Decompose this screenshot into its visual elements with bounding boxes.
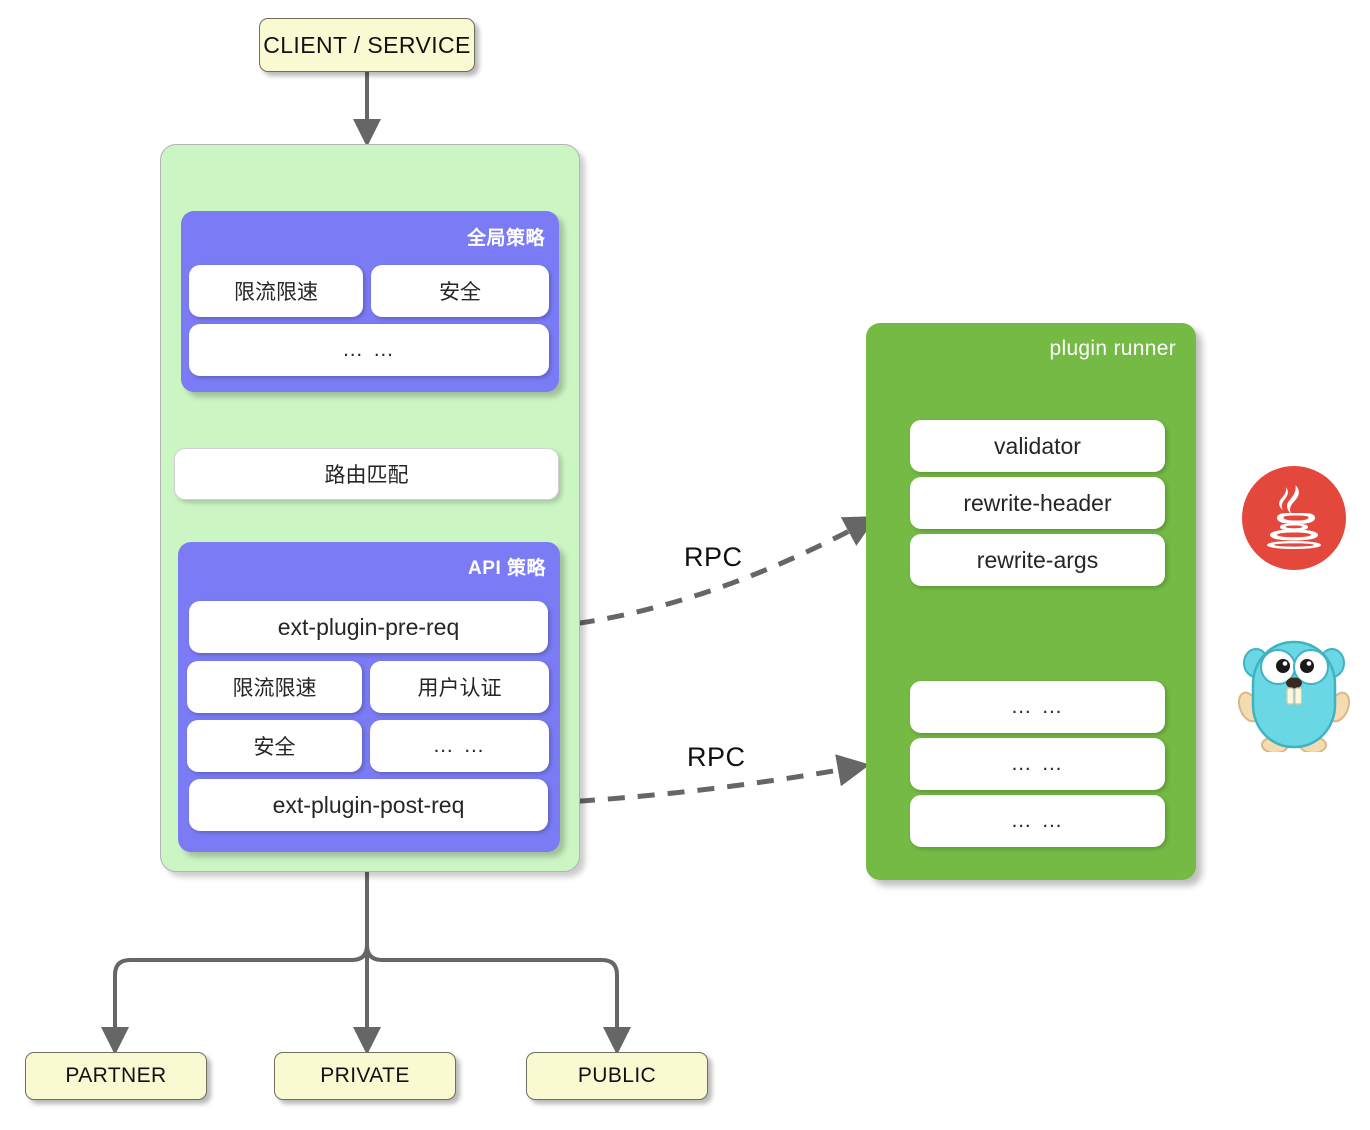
api-policy-item-rate-limit[interactable]: 限流限速 [187,661,362,713]
client-service-label: CLIENT / SERVICE [263,31,471,58]
global-policy-item-security[interactable]: 安全 [371,265,549,317]
go-gopher-logo [1237,640,1351,752]
plugin-validator[interactable]: validator [910,420,1165,472]
plugin-label: … … [1010,695,1065,718]
route-match-box[interactable]: 路由匹配 [174,448,559,500]
target-label: PARTNER [65,1064,167,1087]
api-policy-pre-hook-label: ext-plugin-pre-req [277,613,460,640]
plugin-label: rewrite-args [976,546,1099,573]
plugin-runner-title: plugin runner [1049,337,1176,360]
plugin-placeholder-2[interactable]: … … [910,738,1165,790]
client-service-box[interactable]: CLIENT / SERVICE [259,18,475,72]
api-policy-item-label: 安全 [253,736,296,759]
rpc-label-upper: RPC [684,542,743,572]
api-policy-item-more[interactable]: … … [370,720,549,772]
api-policy-item-label: 限流限速 [232,677,317,700]
global-policy-item-label: 限流限速 [234,281,318,304]
api-policy-item-label: 用户认证 [417,677,502,700]
target-label: PUBLIC [577,1064,657,1087]
api-policy-pre-hook[interactable]: ext-plugin-pre-req [189,601,548,653]
api-policy-item-security[interactable]: 安全 [187,720,362,772]
plugin-label: rewrite-header [963,489,1112,516]
route-match-label: 路由匹配 [324,464,409,487]
java-logo [1242,466,1346,570]
target-box-partner[interactable]: PARTNER [25,1052,207,1100]
plugin-rewrite-args[interactable]: rewrite-args [910,534,1165,586]
plugin-label: validator [994,432,1081,459]
global-policy-item-label: … … [342,338,396,361]
arrow-gateway-to-public [365,872,631,1055]
api-policy-post-hook-label: ext-plugin-post-req [272,791,465,818]
plugin-label: … … [1010,752,1065,775]
api-policy-item-auth[interactable]: 用户认证 [370,661,549,713]
api-policy-title: API 策略 [468,558,546,579]
plugin-placeholder-3[interactable]: … … [910,795,1165,847]
rpc-label-lower: RPC [687,742,746,772]
target-box-private[interactable]: PRIVATE [274,1052,456,1100]
target-box-public[interactable]: PUBLIC [526,1052,708,1100]
arrow-gateway-to-partner [101,872,369,1055]
global-policy-item-more[interactable]: … … [189,324,549,376]
target-label: PRIVATE [320,1064,410,1087]
global-policy-item-label: 安全 [439,281,481,304]
diagram-canvas: CLIENT / SERVICE 全局策略 限流限速 安全 … … 路由匹配 A… [0,0,1370,1130]
plugin-placeholder-1[interactable]: … … [910,681,1165,733]
api-policy-item-label: … … [432,734,487,757]
global-policy-item-rate-limit[interactable]: 限流限速 [189,265,363,317]
arrow-rpc-pre-req [547,516,878,630]
global-policy-title: 全局策略 [466,228,545,249]
plugin-rewrite-header[interactable]: rewrite-header [910,477,1165,529]
api-policy-post-hook[interactable]: ext-plugin-post-req [189,779,548,831]
plugin-label: … … [1010,809,1065,832]
